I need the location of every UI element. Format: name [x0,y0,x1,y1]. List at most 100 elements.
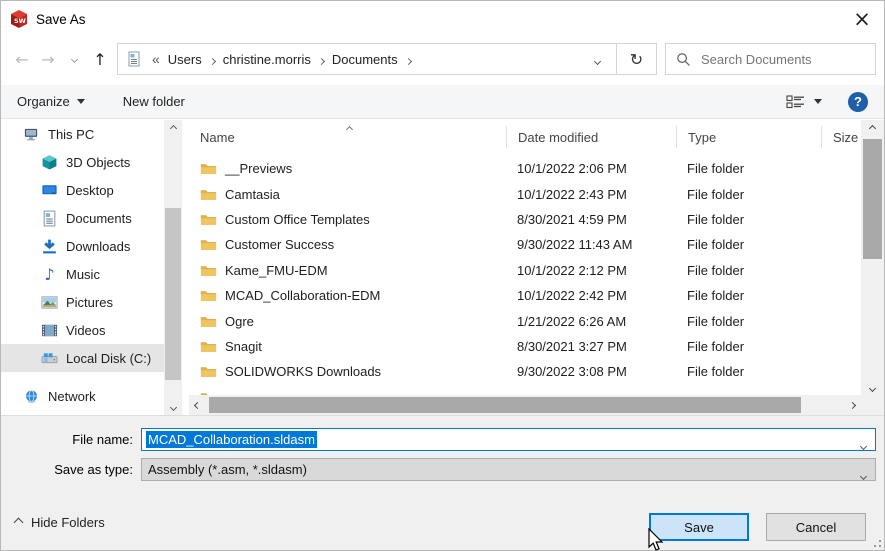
file-name: Camtasia [225,186,280,202]
save-as-type-label: Save as type: [54,462,133,477]
command-toolbar: Organize New folder ? [1,85,884,119]
column-header-date-modified[interactable]: Date modified [506,126,676,148]
sidebar-item-label: 3D Objects [66,154,131,170]
sidebar-item-this-pc[interactable]: This PC [1,120,164,148]
sidebar-item-pictures[interactable]: Pictures [1,288,164,316]
this-pc-icon [23,126,40,143]
breadcrumb-overflow[interactable]: « [152,51,160,67]
sidebar-item-label: Documents [66,210,132,226]
save-as-type-dropdown[interactable] [859,467,868,482]
folder-icon [200,160,217,177]
organize-button[interactable]: Organize [17,94,85,109]
chevron-down-icon [859,472,868,481]
table-row[interactable]: Kame_FMU-EDM 10/1/2022 2:12 PM File fold… [189,258,861,283]
sidebar-item-downloads[interactable]: Downloads [1,232,164,260]
view-options-dropdown-icon[interactable] [814,99,822,104]
sidebar-item-label: Desktop [66,182,114,198]
scroll-down-arrow[interactable] [861,380,884,397]
folder-icon [200,236,217,253]
file-name: __Previews [225,161,293,177]
cancel-button[interactable]: Cancel [766,513,866,541]
file-name-dropdown[interactable] [859,437,868,452]
file-type: File folder [687,161,745,177]
breadcrumb-separator[interactable] [317,52,325,67]
file-type: File folder [687,211,745,227]
refresh-button[interactable]: ↻ [617,43,657,75]
table-row[interactable]: MCAD_Collaboration-EDM 10/1/2022 2:42 PM… [189,283,861,308]
close-icon[interactable]: × [848,6,876,32]
hide-folders-label: Hide Folders [31,515,105,530]
up-button[interactable]: ↑ [87,45,113,73]
sidebar-item-videos[interactable]: Videos [1,316,164,344]
title-bar: Save As × [1,1,884,37]
scroll-right-arrow[interactable] [844,395,861,415]
table-row[interactable]: Ogre 1/21/2022 6:26 AM File folder [189,308,861,333]
scroll-up-arrow[interactable] [164,120,182,136]
address-dropdown-button[interactable] [585,52,610,67]
file-name: Ogre [225,313,254,329]
vertical-scrollbar-thumb[interactable] [863,139,882,259]
breadcrumb-separator[interactable] [208,52,216,67]
file-name-input[interactable]: MCAD_Collaboration.sldasm [141,428,876,451]
column-header-type[interactable]: Type [676,126,821,148]
chevron-right-icon [208,57,216,65]
scroll-left-arrow[interactable] [189,395,206,415]
list-item-partial[interactable] [189,385,861,395]
help-button[interactable]: ? [848,91,868,112]
horizontal-scrollbar[interactable] [189,395,861,415]
new-folder-button[interactable]: New folder [123,94,185,109]
sidebar-item-label: Network [48,388,96,404]
table-row[interactable]: Customer Success 9/30/2022 11:43 AM File… [189,232,861,257]
file-date: 10/1/2022 2:43 PM [517,186,627,202]
sidebar-item-documents[interactable]: Documents [1,204,164,232]
sidebar-item-network[interactable]: Network [1,382,164,410]
sidebar-item-label: Videos [66,322,106,338]
music-icon: ♪ [44,264,55,284]
sidebar-item-local-disk-c[interactable]: Local Disk (C:) [1,344,164,372]
sidebar-item-desktop[interactable]: Desktop [1,176,164,204]
sidebar-scrollbar[interactable] [164,120,182,415]
breadcrumb-item-documents[interactable]: Documents [326,52,404,67]
pictures-icon [41,294,58,311]
breadcrumb-separator[interactable] [404,52,412,67]
resize-grip-icon[interactable] [871,537,881,547]
sidebar-item-3d-objects[interactable]: 3D Objects [1,148,164,176]
table-row[interactable]: Snagit 8/30/2021 3:27 PM File folder [189,334,861,359]
folder-icon [200,262,217,279]
address-bar[interactable]: « Users christine.morris Documents [117,43,617,75]
save-as-type-select[interactable]: Assembly (*.asm, *.sldasm) [141,458,876,481]
network-icon [23,388,40,405]
file-type: File folder [687,364,745,380]
breadcrumb-item-users[interactable]: Users [162,52,208,67]
file-name: MCAD_Collaboration-EDM [225,288,381,304]
mouse-cursor [645,528,665,551]
videos-icon [41,322,58,339]
horizontal-scrollbar-thumb[interactable] [209,397,801,413]
main-area: This PC 3D Objects Desktop Documents Dow… [1,120,884,415]
column-header-size[interactable]: Size [821,126,861,148]
back-button[interactable]: ← [9,45,35,73]
chevron-left-icon [193,401,202,409]
save-as-type-value: Assembly (*.asm, *.sldasm) [148,462,307,477]
table-row[interactable]: Camtasia 10/1/2022 2:43 PM File folder [189,181,861,206]
table-row[interactable]: Custom Office Templates 8/30/2021 4:59 P… [189,207,861,232]
file-name: Snagit [225,338,262,354]
table-row[interactable]: __Previews 10/1/2022 2:06 PM File folder [189,156,861,181]
forward-button[interactable]: → [35,45,61,73]
search-box[interactable]: Search Documents [665,43,876,75]
recent-locations-button[interactable] [61,45,87,73]
scroll-up-arrow[interactable] [861,120,884,137]
view-options-icon[interactable] [786,94,806,110]
scroll-down-arrow[interactable] [164,399,182,415]
sidebar-item-music[interactable]: ♪ Music [1,260,164,288]
triangle-down-icon [76,99,85,104]
table-row[interactable]: SOLIDWORKS Downloads 9/30/2022 3:08 PM F… [189,359,861,384]
file-list: Name Date modified Type Size __Previews … [189,120,861,415]
vertical-scrollbar[interactable] [861,120,884,415]
chevron-down-icon [859,442,868,451]
sidebar-scrollbar-thumb[interactable] [165,208,181,380]
breadcrumb-item-user[interactable]: christine.morris [217,52,317,67]
hide-folders-button[interactable]: Hide Folders [13,515,105,530]
folder-icon [200,186,217,203]
window-title: Save As [36,11,86,27]
